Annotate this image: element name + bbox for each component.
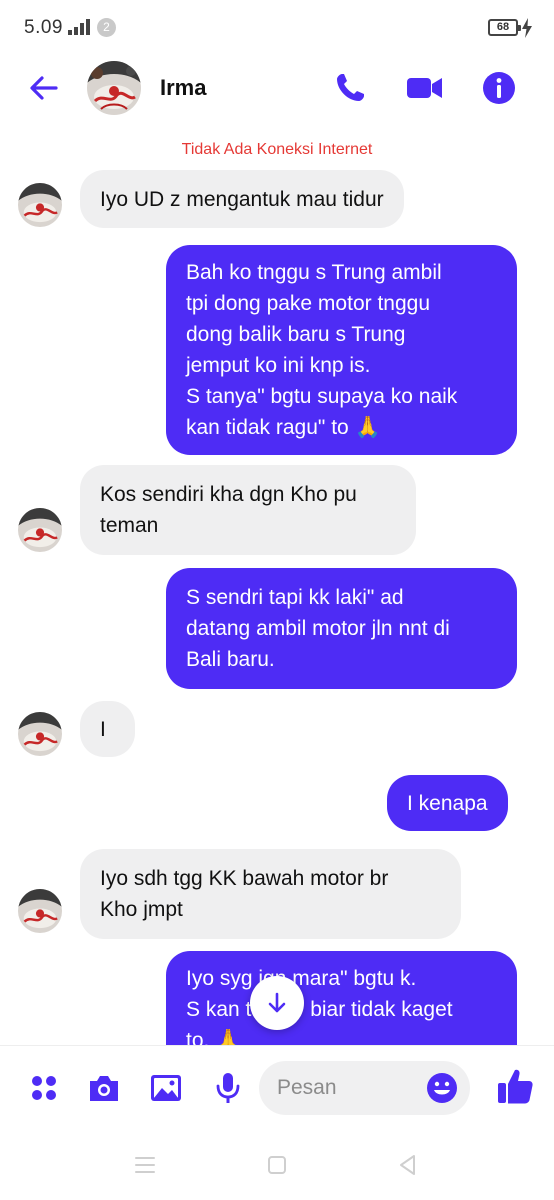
message-bubble-outgoing[interactable]: Iyo syg jgn mara" bgtu k. S kan tanya" b… — [166, 951, 517, 1045]
home-icon[interactable] — [263, 1151, 291, 1179]
emoji-icon[interactable] — [424, 1070, 460, 1106]
message-avatar[interactable] — [18, 712, 62, 756]
message-text: Bah ko tnggu s Trung ambil tpi dong pake… — [186, 261, 458, 439]
message-bubble-outgoing[interactable]: I kenapa — [387, 775, 508, 831]
back-arrow-icon[interactable] — [24, 68, 64, 108]
message-avatar[interactable] — [18, 183, 62, 227]
thumbs-up-icon[interactable] — [496, 1066, 534, 1106]
camera-icon[interactable] — [86, 1070, 122, 1106]
message-text: Iyo UD z mengantuk mau tidur — [100, 188, 384, 211]
message-text: Iyo syg jgn mara" bgtu k. S kan tanya" b… — [186, 967, 453, 1045]
message-bubble-outgoing[interactable]: Bah ko tnggu s Trung ambil tpi dong pake… — [166, 245, 517, 455]
status-time: 5.09 — [24, 17, 63, 38]
message-avatar[interactable] — [18, 508, 62, 552]
message-bubble-outgoing[interactable]: S sendri tapi kk laki" ad datang ambil m… — [166, 568, 517, 689]
message-bubble-incoming[interactable]: Kos sendiri kha dgn Kho pu teman — [80, 465, 416, 555]
info-icon[interactable] — [479, 68, 519, 108]
message-bubble-incoming[interactable]: Iyo sdh tgg KK bawah motor br Kho jmpt — [80, 849, 461, 939]
video-camera-icon[interactable] — [404, 68, 444, 108]
back-icon[interactable] — [394, 1151, 422, 1179]
signal-icon — [68, 19, 90, 35]
status-bar: 5.09 2 68 — [0, 0, 554, 56]
image-icon[interactable] — [148, 1070, 184, 1106]
conversation-header: Irma — [0, 56, 554, 120]
battery-icon: 68 — [488, 19, 521, 36]
message-composer — [0, 1045, 554, 1131]
microphone-icon[interactable] — [210, 1070, 246, 1106]
message-text: I — [100, 718, 106, 741]
message-bubble-incoming[interactable]: I — [80, 701, 135, 757]
message-text: Iyo sdh tgg KK bawah motor br Kho jmpt — [100, 867, 389, 921]
phone-icon[interactable] — [330, 68, 370, 108]
arrow-down-icon — [268, 992, 286, 1013]
message-text: Kos sendiri kha dgn Kho pu teman — [100, 483, 357, 537]
no-connection-notice: Tidak Ada Koneksi Internet — [181, 141, 373, 158]
contact-avatar[interactable] — [87, 61, 141, 115]
message-avatar[interactable] — [18, 889, 62, 933]
apps-grid-icon[interactable] — [26, 1070, 62, 1106]
notification-badge: 2 — [97, 18, 116, 37]
message-text: I kenapa — [407, 792, 488, 815]
menu-icon[interactable] — [131, 1151, 159, 1179]
scroll-to-bottom-button[interactable] — [250, 976, 304, 1030]
system-navigation-bar — [0, 1131, 554, 1200]
charging-icon — [522, 18, 532, 38]
message-bubble-incoming[interactable]: Iyo UD z mengantuk mau tidur — [80, 170, 404, 228]
message-text: S sendri tapi kk laki" ad datang ambil m… — [186, 586, 450, 671]
contact-name[interactable]: Irma — [160, 75, 206, 101]
